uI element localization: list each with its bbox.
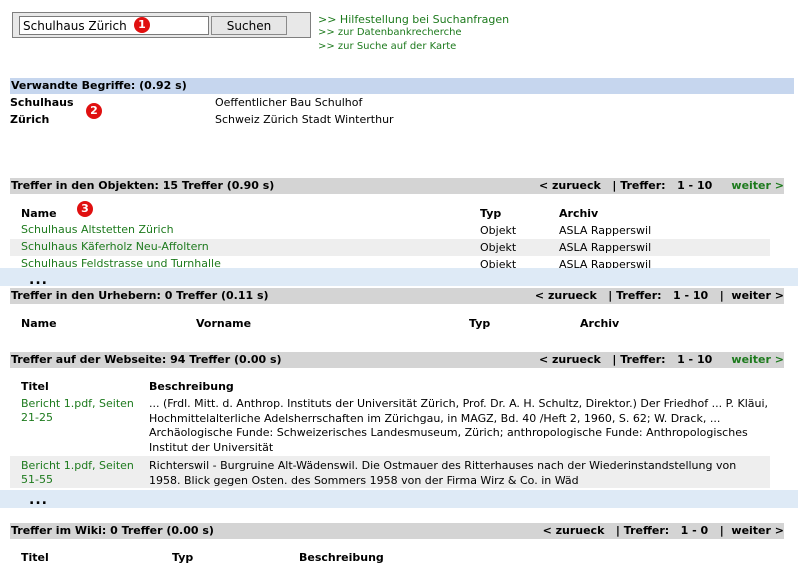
webseite-title: Treffer auf der Webseite: 94 Treffer (0.… xyxy=(11,353,282,366)
annotation-marker-1: 1 xyxy=(134,17,150,33)
wiki-pager: < zurueck | Treffer: 1 - 0 | weiter > xyxy=(543,523,784,539)
objects-title: Treffer in den Objekten: 15 Treffer (0.9… xyxy=(11,179,275,192)
column-header-name: Name xyxy=(21,317,57,330)
annotation-marker-2: 2 xyxy=(86,103,102,119)
next-page-link[interactable]: weiter > xyxy=(731,179,784,192)
related-terms-title: Verwandte Begriffe: (0.92 s) xyxy=(11,79,187,92)
search-form: Suchen xyxy=(12,12,311,38)
results-fade-band xyxy=(0,268,798,286)
pager-label: Treffer: xyxy=(616,289,662,302)
description-line: Richterswil - Burgruine Alt-Wädenswil. D… xyxy=(149,459,737,472)
objects-header: Treffer in den Objekten: 15 Treffer (0.9… xyxy=(10,178,784,194)
object-typ: Objekt xyxy=(480,224,517,237)
description-line: Institut der Universität xyxy=(149,440,274,454)
more-results-ellipsis: ... xyxy=(29,492,48,508)
wiki-header: Treffer im Wiki: 0 Treffer (0.00 s) < zu… xyxy=(10,523,784,539)
column-header-typ: Typ xyxy=(480,207,502,220)
help-link[interactable]: >> Hilfestellung bei Suchanfragen xyxy=(318,13,509,27)
document-link-pages[interactable]: 51-55 xyxy=(21,473,53,486)
pager-separator: | xyxy=(719,524,724,537)
related-term: Zürich xyxy=(10,113,50,126)
related-term-values: Oeffentlicher Bau Schulhof xyxy=(215,96,363,109)
wiki-title: Treffer im Wiki: 0 Treffer (0.00 s) xyxy=(11,524,214,537)
column-header-archiv: Archiv xyxy=(580,317,620,330)
related-terms-header: Verwandte Begriffe: (0.92 s) xyxy=(10,78,794,94)
column-header-typ: Typ xyxy=(469,317,491,330)
urheber-header: Treffer in den Urhebern: 0 Treffer (0.11… xyxy=(10,288,784,304)
pager-separator: | xyxy=(719,289,724,302)
document-description: ... (Frdl. Mitt. d. Anthrop. Instituts d… xyxy=(149,397,769,455)
search-button[interactable]: Suchen xyxy=(211,16,287,35)
next-page-link[interactable]: weiter > xyxy=(731,353,784,366)
pager-range: 1 - 10 xyxy=(673,289,709,302)
pager-separator: | xyxy=(612,353,617,366)
pager-label: Treffer: xyxy=(620,353,666,366)
next-page-link[interactable]: weiter > xyxy=(731,289,784,302)
more-results-ellipsis: ... xyxy=(29,272,48,288)
column-header-archiv: Archiv xyxy=(559,207,599,220)
document-link-pages[interactable]: 21-25 xyxy=(21,411,53,424)
object-archiv: ASLA Rapperswil xyxy=(559,241,652,254)
results-fade-band xyxy=(0,490,798,508)
database-search-link[interactable]: >> zur Datenbankrecherche xyxy=(318,27,509,41)
pager-separator: | xyxy=(615,524,620,537)
document-link[interactable]: Bericht 1.pdf, Seiten xyxy=(21,459,134,472)
description-line: Hochmittelalterliche Adelsherrschaften i… xyxy=(149,411,721,425)
column-header-beschreibung: Beschreibung xyxy=(299,551,384,564)
objects-pager: < zurueck | Treffer: 1 - 10 weiter > xyxy=(539,178,784,194)
related-term-values: Schweiz Zürich Stadt Winterthur xyxy=(215,113,394,126)
pager-separator: | xyxy=(612,179,617,192)
annotation-marker-3: 3 xyxy=(77,201,93,217)
description-line: ... (Frdl. Mitt. d. Anthrop. Instituts d… xyxy=(149,397,769,410)
pager-label: Treffer: xyxy=(623,524,670,537)
object-archiv: ASLA Rapperswil xyxy=(559,224,652,237)
column-header-name: Name xyxy=(21,207,57,220)
document-description: Richterswil - Burgruine Alt-Wädenswil. D… xyxy=(149,459,769,488)
column-header-titel: Titel xyxy=(21,551,49,564)
help-links: >> Hilfestellung bei Suchanfragen >> zur… xyxy=(318,13,509,55)
webseite-pager: < zurueck | Treffer: 1 - 10 weiter > xyxy=(539,352,784,368)
prev-page-link[interactable]: < zurueck xyxy=(535,289,597,302)
prev-page-link[interactable]: < zurueck xyxy=(539,353,601,366)
map-search-link[interactable]: >> zur Suche auf der Karte xyxy=(318,41,509,55)
column-header-titel: Titel xyxy=(21,380,49,393)
column-header-beschreibung: Beschreibung xyxy=(149,380,234,393)
object-typ: Objekt xyxy=(480,241,517,254)
related-term: Schulhaus xyxy=(10,96,74,109)
description-line: 1958. Blick gegen Osten. des Sommers 195… xyxy=(149,473,579,487)
object-link[interactable]: Schulhaus Altstetten Zürich xyxy=(21,223,174,236)
pager-separator: | xyxy=(608,289,613,302)
pager-range: 1 - 10 xyxy=(677,353,713,366)
search-input[interactable] xyxy=(19,16,209,35)
pager-range: 1 - 10 xyxy=(677,179,713,192)
document-link[interactable]: Bericht 1.pdf, Seiten xyxy=(21,397,134,410)
object-link[interactable]: Schulhaus Käferholz Neu-Affoltern xyxy=(21,240,209,253)
urheber-pager: < zurueck | Treffer: 1 - 10 | weiter > xyxy=(535,288,784,304)
column-header-vorname: Vorname xyxy=(196,317,252,330)
prev-page-link[interactable]: < zurueck xyxy=(543,524,605,537)
column-header-typ: Typ xyxy=(172,551,194,564)
urheber-title: Treffer in den Urhebern: 0 Treffer (0.11… xyxy=(11,289,269,302)
pager-label: Treffer: xyxy=(620,179,666,192)
webseite-header: Treffer auf der Webseite: 94 Treffer (0.… xyxy=(10,352,784,368)
prev-page-link[interactable]: < zurueck xyxy=(539,179,601,192)
description-line: Archäologische Funde: Schweizerisches La… xyxy=(149,426,748,439)
next-page-link[interactable]: weiter > xyxy=(731,524,784,537)
pager-range: 1 - 0 xyxy=(680,524,709,537)
